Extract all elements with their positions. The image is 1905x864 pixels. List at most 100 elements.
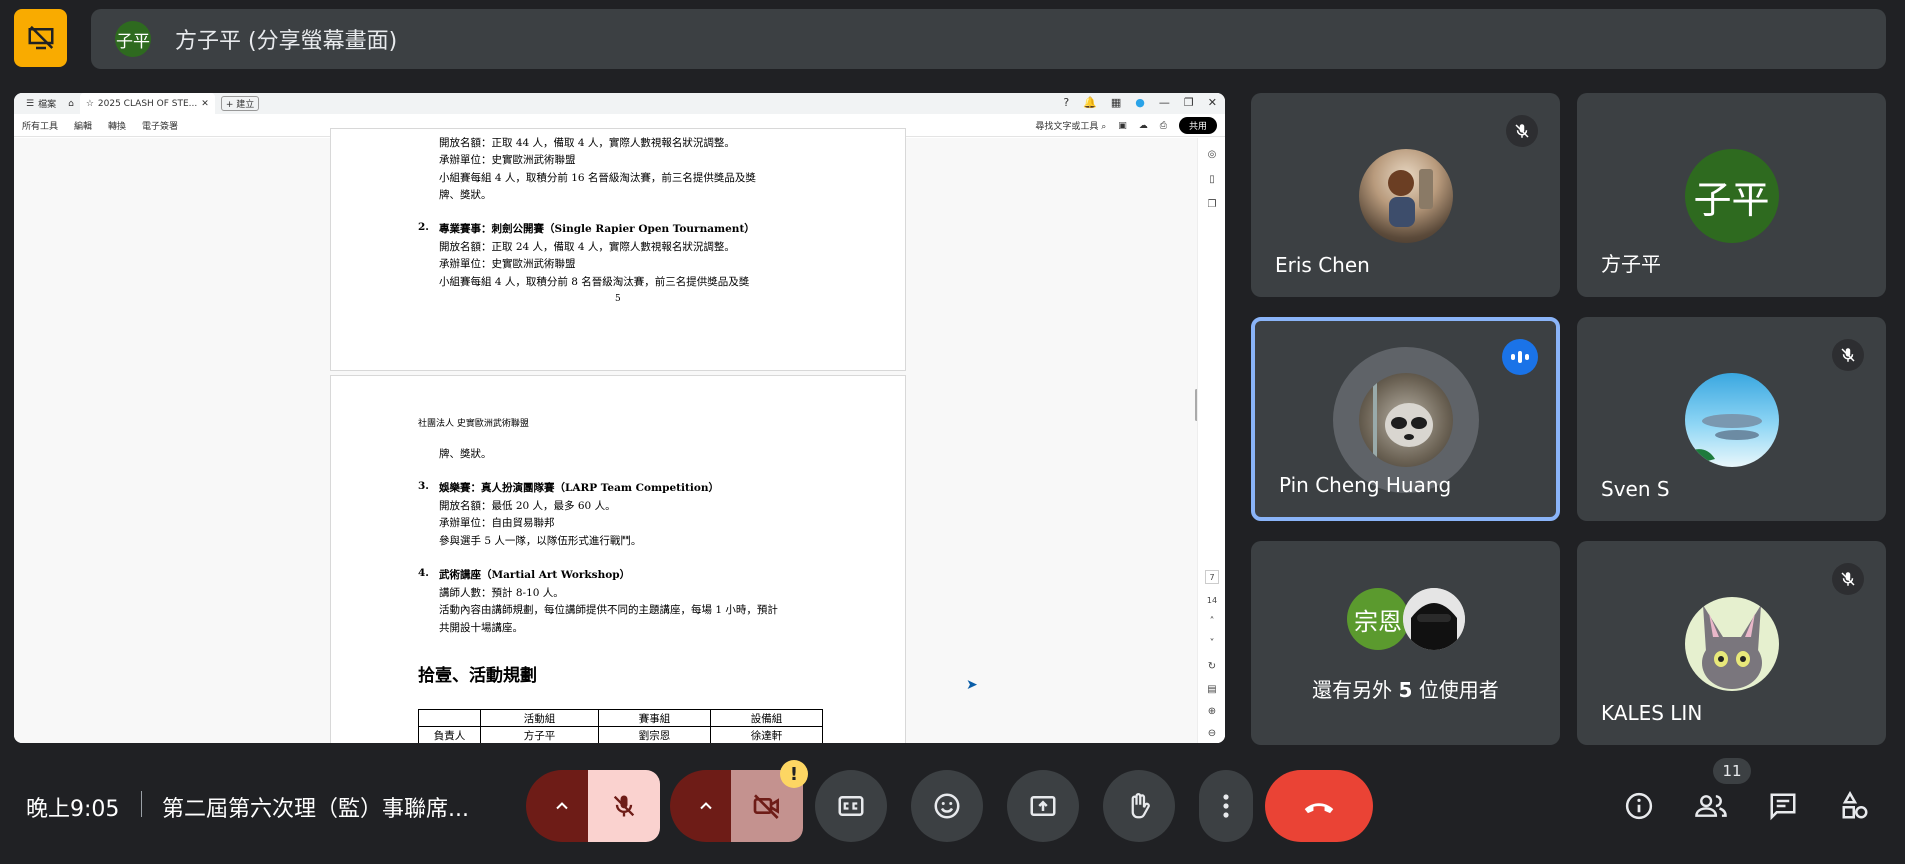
more-options-button[interactable] [1199,770,1253,842]
toolbar-item-edit[interactable]: 編輯 [74,119,92,132]
chevron-up-icon[interactable]: ˄ [1205,615,1219,629]
divider [141,791,142,817]
camera-warning-badge[interactable]: ! [780,760,808,788]
participant-tile-sven[interactable]: Sven S [1577,317,1886,521]
screen-share-off-icon[interactable] [14,9,67,67]
avatar [1403,588,1465,650]
zoom-in-icon[interactable]: ⊕ [1205,705,1219,719]
refresh-icon[interactable]: ↻ [1205,660,1219,674]
raise-hand-button[interactable] [1103,770,1175,842]
comment-icon[interactable]: ◎ [1205,148,1219,162]
avatar: 宗恩 [1347,588,1409,650]
home-icon[interactable]: ⌂ [62,99,80,109]
chat-icon [1770,793,1796,821]
more-vert-icon [1223,794,1229,818]
share-button[interactable]: 共用 [1178,117,1217,134]
page-total: 14 [1206,596,1218,605]
zoom-out-icon[interactable]: ⊖ [1205,727,1219,741]
hamburger-icon: ☰ [26,98,35,109]
apps-icon[interactable]: ▦ [1111,96,1121,109]
fit-page-icon[interactable]: ▤ [1205,683,1219,697]
pdf-page: 開放名額：正取 44 人，備取 4 人，實際人數視報名狀況調整。 承辦單位：史實… [330,128,906,371]
browser-tab-strip: ☰ 檔案 ⌂ ☆ 2025 CLASH OF STE... ✕ + 建立 ? 🔔 ▦ … [14,93,1225,114]
pdf-right-rail: ◎ ▯ ❐ 7 14 ˄ ˅ ↻ ▤ ⊕ ⊖ [1197,138,1225,743]
star-icon: ☆ [85,98,94,109]
people-button[interactable] [1693,788,1729,824]
avatar [1358,149,1453,243]
bookmark-icon[interactable]: ▯ [1205,173,1219,187]
activities-button[interactable] [1837,788,1873,824]
participant-tile-others[interactable]: 宗恩 還有另外 5 位使用者 [1251,541,1560,745]
others-count-label: 還有另外 5 位使用者 [1312,678,1499,702]
chat-button[interactable] [1765,788,1801,824]
mic-off-icon [1832,339,1864,371]
participant-tile-pin[interactable]: Pin Cheng Huang [1251,317,1560,521]
call-end-icon [1304,803,1334,814]
chevron-down-icon[interactable]: ˅ [1205,637,1219,651]
search-icon: ⌕ [1101,122,1107,132]
print-icon[interactable]: ⎙ [1160,121,1167,131]
present-button[interactable] [1007,770,1079,842]
participant-count-badge: 11 [1713,758,1751,784]
raise-hand-icon [1131,793,1150,819]
shared-screen[interactable]: ☰ 檔案 ⌂ ☆ 2025 CLASH OF STE... ✕ + 建立 ? 🔔 ▦ … [14,93,1225,743]
avatar [1358,373,1453,467]
participant-tile-kales[interactable]: KALES LIN [1577,541,1886,745]
pdf-page: 社團法人 史實歐洲武術聯盟 牌、獎狀。 3. 娛樂賽：真人扮演團隊賽（LARP … [330,375,906,743]
help-icon[interactable]: ? [1063,96,1069,109]
participant-name: 方子平 [1601,252,1661,276]
avatar [1684,373,1779,467]
captions-icon [838,796,864,816]
people-icon [1695,795,1727,817]
participant-name: Pin Cheng Huang [1279,473,1452,497]
bell-icon[interactable]: 🔔 [1083,96,1097,109]
toolbar-item-sign[interactable]: 電子簽署 [142,119,178,132]
info-icon [1625,792,1653,820]
camera-off-icon [753,794,779,819]
table-row: 活動組 賽事組 設備組 [418,709,823,727]
mic-off-icon [1832,563,1864,595]
table-row: 負責人 方子平 劉宗恩 徐達軒 [418,726,823,743]
meeting-title[interactable]: 第二屆第六次理（監）事聯席... [162,791,469,823]
chevron-up-icon [556,802,568,810]
participant-tile-eris[interactable]: Eris Chen [1251,93,1560,297]
speaking-indicator-icon [1502,339,1538,375]
presenter-avatar: 子平 [115,21,151,57]
page-number: 5 [615,294,621,304]
page-header: 社團法人 史實歐洲武術聯盟 [418,419,529,429]
participant-name: KALES LIN [1601,701,1703,725]
end-call-button[interactable] [1265,770,1373,842]
toolbar-item-all-tools[interactable]: 所有工具 [22,119,58,132]
clock: 晚上9:05 [26,797,120,822]
avatar: 子平 [1684,149,1779,243]
captions-button[interactable] [815,770,887,842]
page-current[interactable]: 7 [1205,570,1219,584]
meeting-info-button[interactable] [1621,788,1657,824]
mic-off-icon [613,795,635,817]
participant-tile-zip[interactable]: 子平 方子平 [1577,93,1886,297]
browser-menu[interactable]: ☰ 檔案 [20,97,62,111]
minimize-icon[interactable]: — [1159,96,1170,109]
avatar [1684,597,1779,691]
section-heading: 拾壹、活動規劃 [418,666,537,686]
presenter-bar: 子平 方子平 (分享螢幕畫面) [91,9,1886,69]
browser-tab[interactable]: ☆ 2025 CLASH OF STE... ✕ [79,93,215,114]
pdf-viewport[interactable]: 開放名額：正取 44 人，備取 4 人，實際人數視報名狀況調整。 承辦單位：史實… [14,128,1225,743]
save-icon[interactable]: ▣ [1118,121,1127,131]
presenter-label: 方子平 (分享螢幕畫面) [175,29,398,54]
mic-toggle-button[interactable] [588,770,660,842]
mic-off-icon [1506,115,1538,147]
toolbar-item-convert[interactable]: 轉換 [108,119,126,132]
cursor-icon: ➤ [966,677,978,693]
responsibility-table: 活動組 賽事組 設備組 負責人 方子平 劉宗恩 徐達軒 [418,709,823,743]
upload-icon[interactable]: ☁ [1139,121,1148,131]
participant-name: Sven S [1601,477,1670,501]
close-tab-icon[interactable]: ✕ [201,99,209,109]
pdf-search[interactable]: 尋找文字或工具 ⌕ [1035,119,1106,132]
close-window-icon[interactable]: ✕ [1208,96,1217,109]
maximize-icon[interactable]: ❐ [1184,96,1194,109]
new-tab-button[interactable]: + 建立 [215,96,265,111]
profile-icon[interactable]: ● [1135,96,1145,109]
pages-icon[interactable]: ❐ [1205,198,1219,212]
emoji-button[interactable] [911,770,983,842]
